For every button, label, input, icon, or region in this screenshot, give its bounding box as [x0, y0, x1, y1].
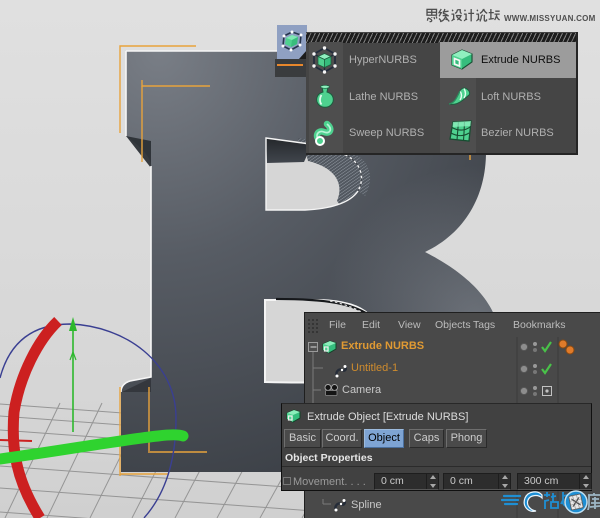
svg-text:WWW.MISSYUAN.COM: WWW.MISSYUAN.COM: [504, 14, 596, 23]
